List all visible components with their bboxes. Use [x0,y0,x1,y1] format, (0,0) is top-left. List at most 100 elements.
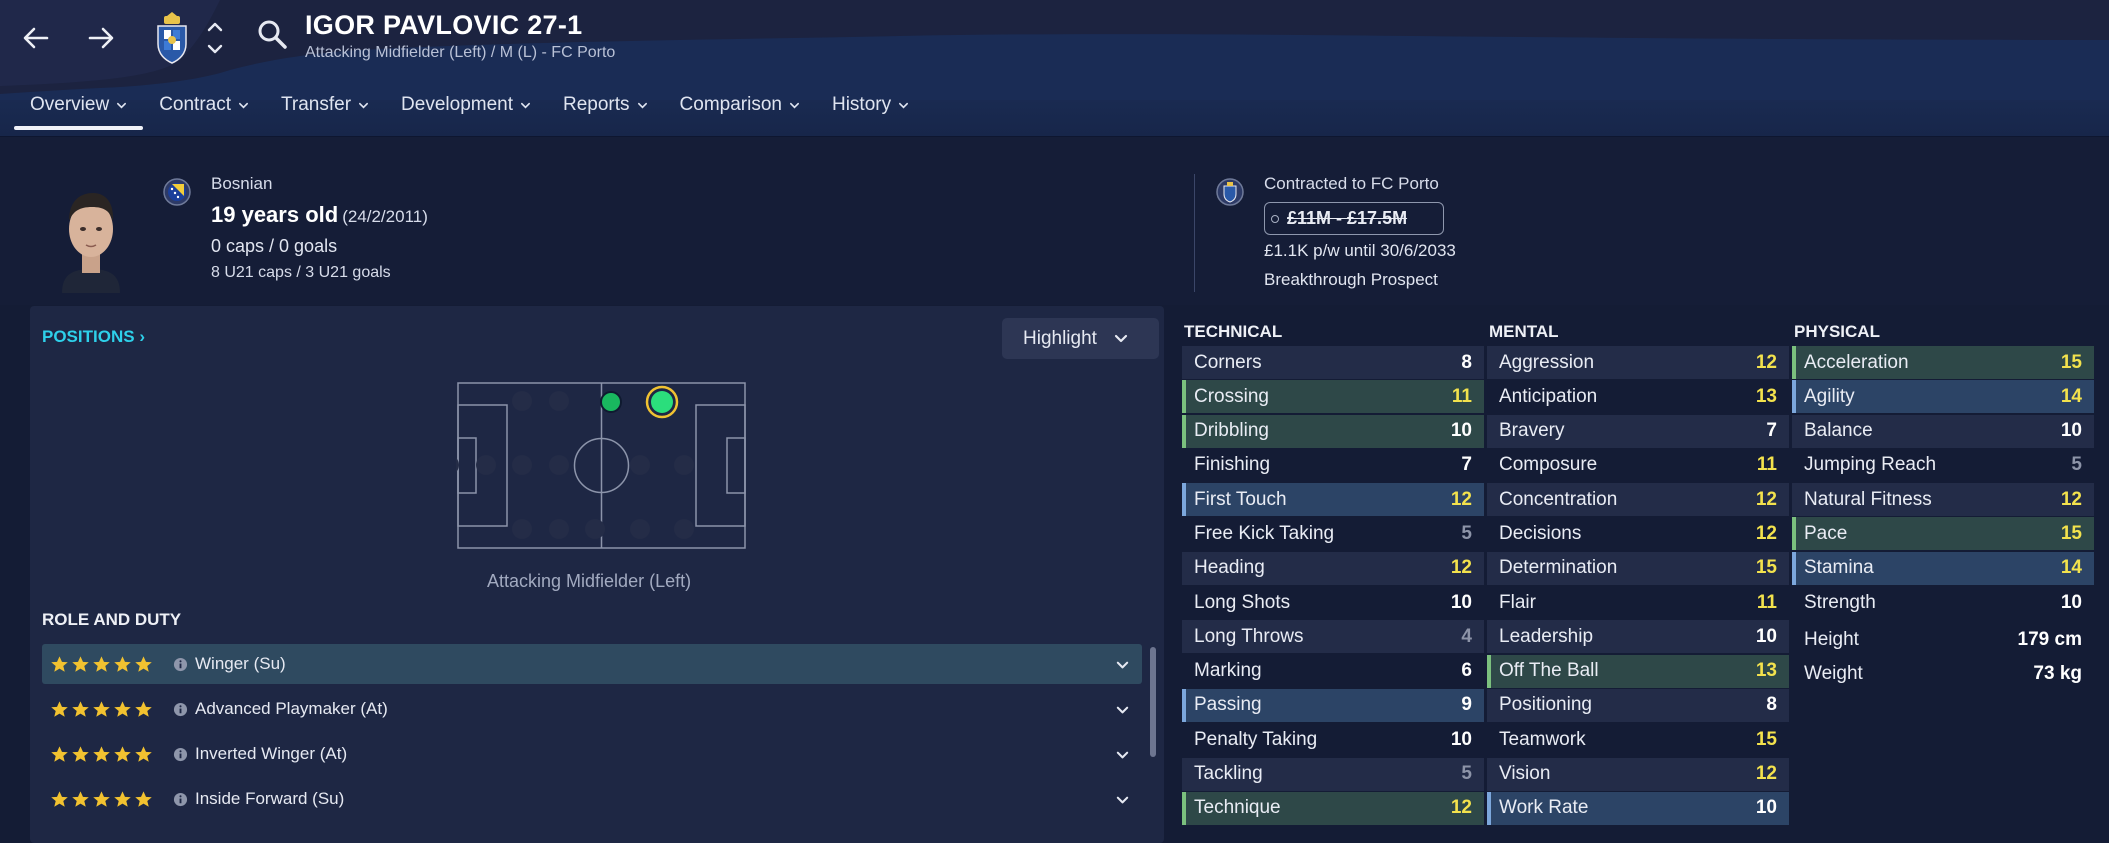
attribute-value: 11 [1756,591,1777,613]
attribute-name: Free Kick Taking [1194,522,1335,544]
info-icon[interactable] [173,702,188,717]
chevron-down-icon[interactable] [1115,793,1130,808]
attribute-row-vision[interactable]: Vision 12 [1487,757,1789,791]
player-switch-icon[interactable] [203,16,227,60]
attribute-row-first-touch[interactable]: First Touch 12 [1182,483,1484,517]
attribute-row-marking[interactable]: Marking 6 [1182,655,1484,688]
chevron-down-icon[interactable] [1115,658,1130,673]
attribute-row-long-shots[interactable]: Long Shots 10 [1182,586,1484,619]
attribute-row-balance[interactable]: Balance 10 [1792,414,2094,448]
tab-comparison[interactable]: Comparison [664,88,816,130]
tab-label: Contract [159,94,231,115]
player-age: 19 years old (24/2/2011) [211,202,428,228]
role-list: Winger (Su) Advanced Playmaker (At) Invert… [42,644,1142,824]
attribute-row-technique[interactable]: Technique 12 [1182,791,1484,825]
star-icon [135,745,152,762]
info-icon[interactable] [173,792,188,807]
attribute-row-positioning[interactable]: Positioning 8 [1487,688,1789,722]
info-icon[interactable] [173,657,188,672]
role-rating [50,700,153,719]
role-row[interactable]: Inside Forward (Su) [42,779,1142,819]
attribute-row-corners[interactable]: Corners 8 [1182,346,1484,379]
attribute-row-tackling[interactable]: Tackling 5 [1182,757,1484,791]
value-dot-icon [1271,215,1279,223]
attribute-value: 7 [1461,454,1472,476]
attribute-value: 12 [1755,522,1777,544]
tab-bar: Overview Contract Transfer Development Repor… [14,88,925,132]
club-crest-icon[interactable] [153,10,191,64]
attribute-row-aggression[interactable]: Aggression 12 [1487,346,1789,379]
u21-caps: 8 U21 caps / 3 U21 goals [211,264,391,281]
tab-development[interactable]: Development [385,88,547,130]
roles-scrollbar[interactable] [1150,647,1156,757]
highlight-dropdown[interactable]: Highlight [1002,318,1159,359]
attribute-row-stamina[interactable]: Stamina 14 [1792,551,2094,585]
tab-overview[interactable]: Overview [14,88,144,130]
attribute-row-finishing[interactable]: Finishing 7 [1182,449,1484,482]
tab-label: Overview [30,94,110,115]
chevron-down-icon[interactable] [1115,703,1130,718]
attribute-row-determination[interactable]: Determination 15 [1487,551,1789,585]
mental-heading: MENTAL [1489,322,1559,341]
attribute-row-weight[interactable]: Weight 73 kg [1792,657,2094,690]
chevron-down-icon[interactable] [1115,748,1130,763]
role-row[interactable]: Advanced Playmaker (At) [42,689,1142,729]
forward-button[interactable] [79,16,123,60]
position-pitch [456,382,746,549]
attribute-row-work-rate[interactable]: Work Rate 10 [1487,791,1789,825]
attribute-row-agility[interactable]: Agility 14 [1792,380,2094,414]
tab-contract[interactable]: Contract [143,88,265,130]
chevron-down-icon [117,102,127,109]
attribute-row-off-the-ball[interactable]: Off The Ball 13 [1487,654,1789,688]
attribute-name: Concentration [1499,488,1618,510]
attribute-value: 10 [2060,420,2082,442]
chevron-down-icon [239,102,248,109]
attribute-row-leadership[interactable]: Leadership 10 [1487,620,1789,654]
info-icon[interactable] [173,747,188,762]
role-name: Winger (Su) [195,654,286,673]
tab-transfer[interactable]: Transfer [265,88,385,130]
attribute-row-natural-fitness[interactable]: Natural Fitness 12 [1792,483,2094,517]
attribute-name: Dribbling [1194,420,1269,442]
attribute-name: Balance [1804,420,1873,442]
tab-history[interactable]: History [816,88,925,130]
attribute-row-flair[interactable]: Flair 11 [1487,586,1789,619]
attribute-row-teamwork[interactable]: Teamwork 15 [1487,723,1789,756]
attribute-value: 14 [2060,385,2082,407]
attribute-row-jumping-reach[interactable]: Jumping Reach 5 [1792,449,2094,482]
role-row[interactable]: Winger (Su) [42,644,1142,684]
attribute-row-long-throws[interactable]: Long Throws 4 [1182,620,1484,654]
tab-reports[interactable]: Reports [547,88,664,130]
role-row[interactable]: Inverted Winger (At) [42,734,1142,774]
attribute-value: 5 [2071,454,2082,476]
attribute-row-heading[interactable]: Heading 12 [1182,551,1484,585]
attribute-row-height[interactable]: Height 179 cm [1792,623,2094,656]
attribute-row-composure[interactable]: Composure 11 [1487,449,1789,482]
attribute-row-bravery[interactable]: Bravery 7 [1487,414,1789,448]
attribute-row-free-kick-taking[interactable]: Free Kick Taking 5 [1182,517,1484,550]
search-icon[interactable] [256,18,290,52]
attribute-row-crossing[interactable]: Crossing 11 [1182,380,1484,414]
attribute-row-passing[interactable]: Passing 9 [1182,688,1484,722]
attribute-row-decisions[interactable]: Decisions 12 [1487,517,1789,550]
back-button[interactable] [14,16,58,60]
attribute-row-strength[interactable]: Strength 10 [1792,586,2094,619]
attribute-row-anticipation[interactable]: Anticipation 13 [1487,380,1789,413]
attribute-name: Tackling [1194,763,1263,785]
highlight-label: Highlight [1023,327,1097,349]
attribute-value: 15 [2060,522,2082,544]
attribute-row-dribbling[interactable]: Dribbling 10 [1182,414,1484,448]
attribute-row-acceleration[interactable]: Acceleration 15 [1792,346,2094,379]
attribute-value: 15 [1755,557,1777,579]
role-name: Inverted Winger (At) [195,744,348,763]
attribute-row-penalty-taking[interactable]: Penalty Taking 10 [1182,723,1484,756]
attribute-row-pace[interactable]: Pace 15 [1792,517,2094,551]
positions-link[interactable]: POSITIONS › [42,327,145,347]
attribute-row-concentration[interactable]: Concentration 12 [1487,483,1789,517]
attribute-name: Agility [1804,385,1855,407]
attribute-name: Stamina [1804,557,1874,579]
tab-label: Transfer [281,94,352,115]
attribute-name: Anticipation [1499,385,1598,407]
transfer-value[interactable]: £11M - £17.5M [1264,202,1444,235]
role-rating [50,655,153,674]
